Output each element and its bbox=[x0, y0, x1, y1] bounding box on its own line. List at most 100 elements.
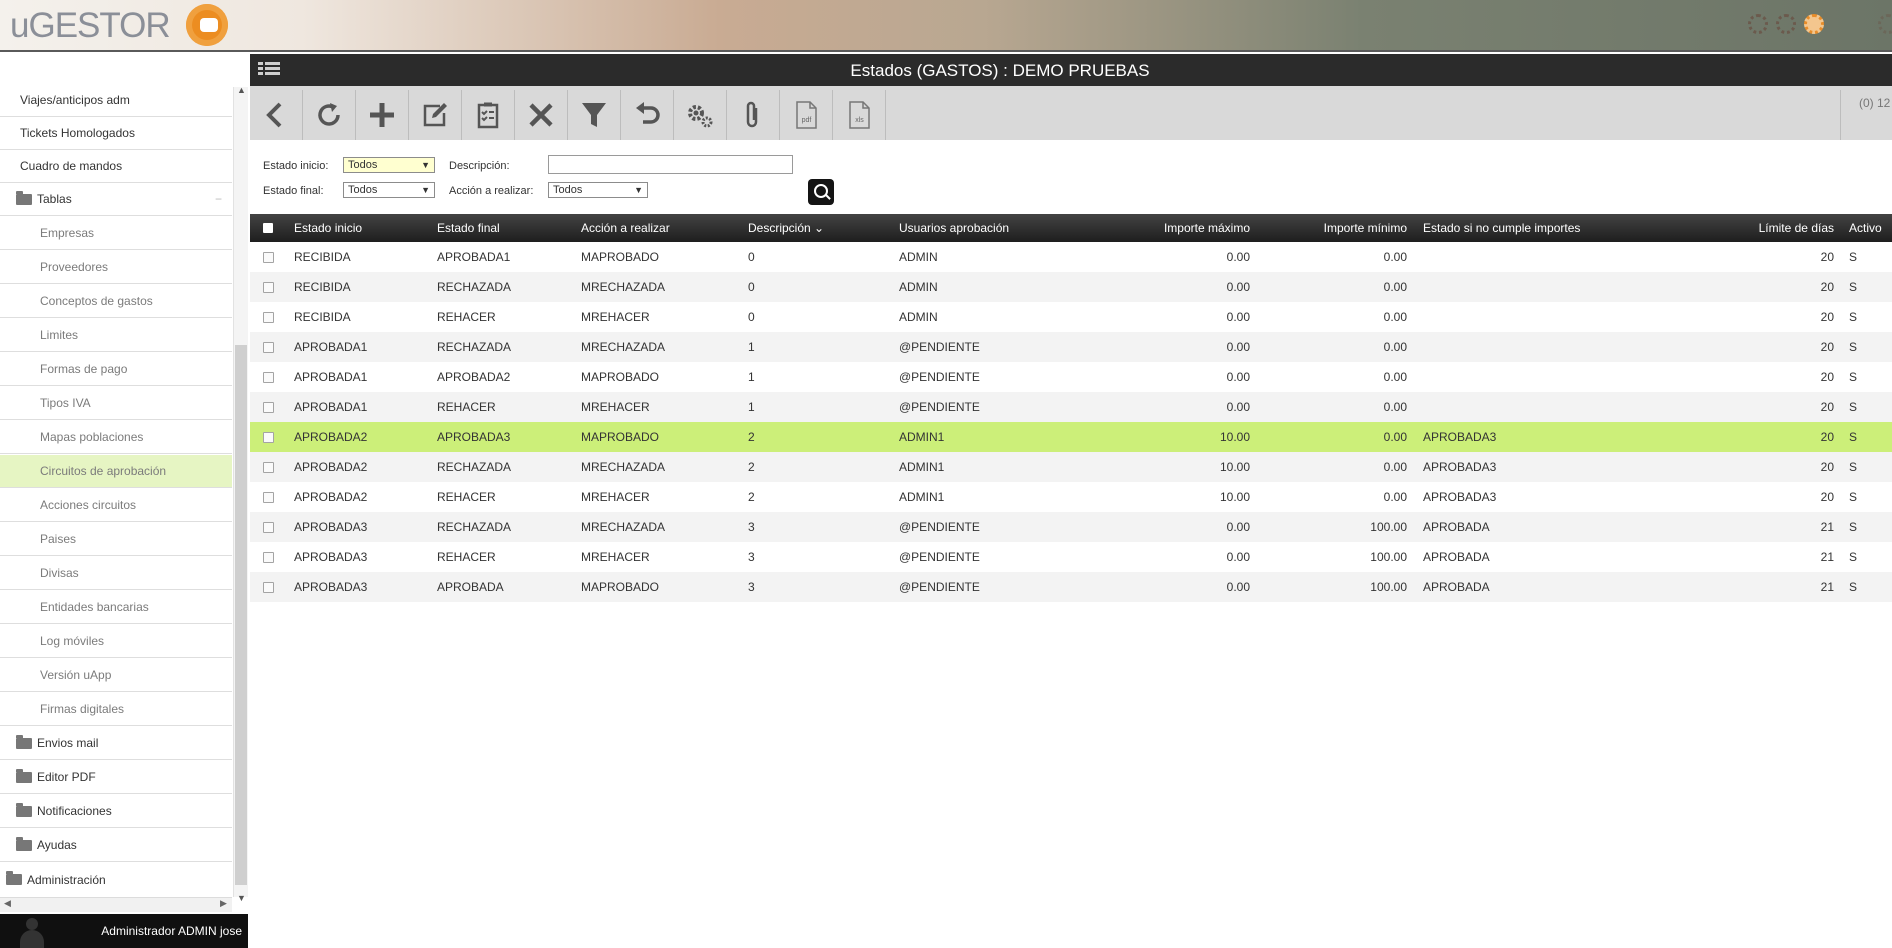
scroll-right-arrow-icon[interactable]: ▶ bbox=[220, 898, 227, 909]
add-button[interactable] bbox=[356, 90, 409, 140]
sidebar-folder-notificaciones[interactable]: Notificaciones bbox=[0, 795, 232, 828]
search-button[interactable] bbox=[808, 179, 834, 205]
row-checkbox[interactable] bbox=[263, 252, 274, 263]
row-checkbox[interactable] bbox=[263, 552, 274, 563]
table-row[interactable]: APROBADA2 APROBADA3 MAPROBADO 2 ADMIN1 10.00 0… bbox=[250, 422, 1892, 452]
row-checkbox[interactable] bbox=[263, 282, 274, 293]
refresh-button[interactable] bbox=[303, 90, 356, 140]
estado-final-select[interactable]: Todos ▼ bbox=[343, 182, 435, 198]
sidebar-item-circuitos-de-aprobacion[interactable]: Circuitos de aprobación bbox=[0, 455, 232, 488]
row-checkbox[interactable] bbox=[263, 342, 274, 353]
undo-button[interactable] bbox=[621, 90, 674, 140]
header-estado-inicio[interactable]: Estado inicio bbox=[294, 214, 362, 242]
cell-estado-inicio: APROBADA1 bbox=[294, 400, 368, 414]
table-row[interactable]: APROBADA3 REHACER MREHACER 3 @PENDIENTE 0.00 1… bbox=[250, 542, 1892, 572]
cell-accion: MRECHAZADA bbox=[581, 520, 666, 534]
row-checkbox[interactable] bbox=[263, 492, 274, 503]
table-row[interactable]: RECIBIDA APROBADA1 MAPROBADO 0 ADMIN 0.00 0.00… bbox=[250, 242, 1892, 272]
export-xls-button[interactable]: xls bbox=[833, 90, 886, 140]
table-row[interactable]: RECIBIDA RECHAZADA MRECHAZADA 0 ADMIN 0.00 0.0… bbox=[250, 272, 1892, 302]
header-estado-no-cumple[interactable]: Estado si no cumple importes bbox=[1423, 214, 1580, 242]
cell-usuarios: ADMIN bbox=[899, 310, 938, 324]
back-button[interactable] bbox=[250, 90, 303, 140]
row-checkbox[interactable] bbox=[263, 372, 274, 383]
sidebar-item-formas-de-pago[interactable]: Formas de pago bbox=[0, 353, 232, 386]
sidebar-item-log-moviles[interactable]: Log móviles bbox=[0, 625, 232, 658]
row-checkbox[interactable] bbox=[263, 432, 274, 443]
export-pdf-button[interactable]: pdf bbox=[780, 90, 833, 140]
sidebar-item-tickets-homologados[interactable]: Tickets Homologados bbox=[0, 117, 232, 150]
sidebar-item-tipos-iva[interactable]: Tipos IVA bbox=[0, 387, 232, 420]
accion-select[interactable]: Todos ▼ bbox=[548, 182, 648, 198]
sidebar-folder-administracion[interactable]: Administración bbox=[0, 863, 232, 896]
scroll-up-arrow-icon[interactable]: ▲ bbox=[237, 85, 246, 95]
sidebar-item-conceptos-de-gastos[interactable]: Conceptos de gastos bbox=[0, 285, 232, 318]
table-row[interactable]: APROBADA2 RECHAZADA MRECHAZADA 2 ADMIN1 10.00… bbox=[250, 452, 1892, 482]
row-checkbox[interactable] bbox=[263, 462, 274, 473]
table-row[interactable]: APROBADA1 REHACER MREHACER 1 @PENDIENTE 0.00 0… bbox=[250, 392, 1892, 422]
sidebar-item-firmas-digitales[interactable]: Firmas digitales bbox=[0, 693, 232, 726]
clipboard-button[interactable] bbox=[462, 90, 515, 140]
cell-importe-maximo: 0.00 bbox=[1226, 550, 1250, 564]
header-descripcion[interactable]: Descripción ⌄ bbox=[748, 214, 824, 242]
app-logo[interactable]: uGESTOR bbox=[10, 6, 171, 46]
table-row[interactable]: APROBADA3 RECHAZADA MRECHAZADA 3 @PENDIENTE 0… bbox=[250, 512, 1892, 542]
table-row[interactable]: APROBADA3 APROBADA MAPROBADO 3 @PENDIENTE 0.0… bbox=[250, 572, 1892, 602]
row-checkbox[interactable] bbox=[263, 312, 274, 323]
sidebar-item-proveedores[interactable]: Proveedores bbox=[0, 251, 232, 284]
scroll-down-arrow-icon[interactable]: ▼ bbox=[237, 893, 246, 903]
user-label[interactable]: Administrador ADMIN jose bbox=[101, 924, 242, 938]
sidebar-horizontal-scrollbar[interactable]: ◀ ▶ bbox=[0, 897, 232, 912]
header-accion[interactable]: Acción a realizar bbox=[581, 214, 670, 242]
descripcion-input[interactable] bbox=[548, 155, 793, 174]
header-importe-maximo[interactable]: Importe máximo bbox=[1150, 214, 1250, 242]
sidebar-folder-editor-pdf[interactable]: Editor PDF bbox=[0, 761, 232, 794]
header-usuarios-aprobacion[interactable]: Usuarios aprobación bbox=[899, 214, 1009, 242]
sidebar-folder-tablas[interactable]: Tablas − bbox=[0, 183, 232, 216]
delete-button[interactable] bbox=[515, 90, 568, 140]
table-row[interactable]: APROBADA1 RECHAZADA MRECHAZADA 1 @PENDIENTE 0… bbox=[250, 332, 1892, 362]
sidebar-folder-ayudas[interactable]: Ayudas bbox=[0, 829, 232, 862]
sidebar-item-divisas[interactable]: Divisas bbox=[0, 557, 232, 590]
scrollbar-thumb[interactable] bbox=[235, 345, 247, 885]
settings-button[interactable] bbox=[674, 90, 727, 140]
table-row[interactable]: APROBADA2 REHACER MREHACER 2 ADMIN1 10.00 0.00… bbox=[250, 482, 1892, 512]
row-checkbox[interactable] bbox=[263, 582, 274, 593]
accion-label: Acción a realizar: bbox=[449, 185, 534, 197]
select-all-checkbox[interactable] bbox=[263, 223, 273, 233]
filter-button[interactable] bbox=[568, 90, 621, 140]
scroll-left-arrow-icon[interactable]: ◀ bbox=[4, 898, 11, 909]
cell-accion: MREHACER bbox=[581, 400, 650, 414]
gear-icon[interactable] bbox=[1804, 14, 1824, 34]
table-row[interactable]: APROBADA1 APROBADA2 MAPROBADO 1 @PENDIENTE 0.… bbox=[250, 362, 1892, 392]
sidebar-folder-envios-mail[interactable]: Envios mail bbox=[0, 727, 232, 760]
row-checkbox[interactable] bbox=[263, 402, 274, 413]
collapse-icon[interactable]: − bbox=[215, 192, 222, 206]
sidebar-item-mapas-poblaciones[interactable]: Mapas poblaciones bbox=[0, 421, 232, 454]
header-importe-minimo[interactable]: Importe mínimo bbox=[1287, 214, 1407, 242]
sidebar-item-acciones-circuitos[interactable]: Acciones circuitos bbox=[0, 489, 232, 522]
header-activo[interactable]: Activo bbox=[1849, 214, 1882, 242]
cell-accion: MREHACER bbox=[581, 310, 650, 324]
cell-importe-maximo: 0.00 bbox=[1226, 280, 1250, 294]
sidebar-item-limites[interactable]: Limites bbox=[0, 319, 232, 352]
cell-descripcion: 2 bbox=[748, 490, 755, 504]
sidebar-item-paises[interactable]: Paises bbox=[0, 523, 232, 556]
sidebar-item-entidades-bancarias[interactable]: Entidades bancarias bbox=[0, 591, 232, 624]
row-checkbox[interactable] bbox=[263, 522, 274, 533]
avatar[interactable] bbox=[20, 918, 44, 948]
gear-icon[interactable] bbox=[1878, 14, 1892, 34]
sidebar-scrollbar[interactable]: ▲ ▼ bbox=[233, 85, 248, 903]
table-row[interactable]: RECIBIDA REHACER MREHACER 0 ADMIN 0.00 0.00 20 S bbox=[250, 302, 1892, 332]
sidebar-item-version-uapp[interactable]: Versión uApp bbox=[0, 659, 232, 692]
header-estado-final[interactable]: Estado final bbox=[437, 214, 500, 242]
attach-button[interactable] bbox=[727, 90, 780, 140]
header-limite-dias[interactable]: Límite de días bbox=[1750, 214, 1834, 242]
gear-icon[interactable] bbox=[1776, 14, 1796, 34]
gear-icon[interactable] bbox=[1748, 14, 1768, 34]
sidebar-item-cuadro-de-mandos[interactable]: Cuadro de mandos bbox=[0, 150, 232, 183]
sidebar-item-viajes-anticipos[interactable]: Viajes/anticipos adm bbox=[0, 84, 232, 117]
sidebar-item-empresas[interactable]: Empresas bbox=[0, 217, 232, 250]
edit-button[interactable] bbox=[409, 90, 462, 140]
estado-inicio-select[interactable]: Todos ▼ bbox=[343, 157, 435, 173]
